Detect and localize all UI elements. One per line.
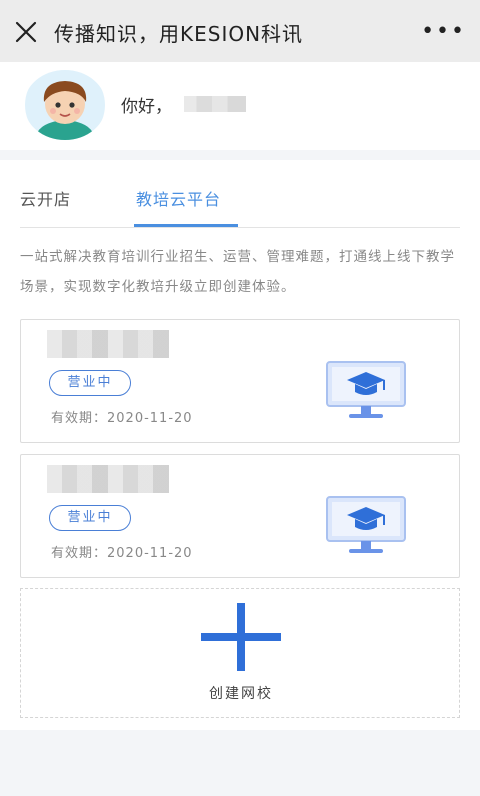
create-online-school-button[interactable]: 创建网校 xyxy=(20,588,460,718)
profile-header: 你好， xyxy=(0,62,480,150)
tab-bar: 云开店 教培云平台 xyxy=(20,160,460,228)
avatar xyxy=(24,70,106,140)
plus-icon xyxy=(201,603,281,671)
shop-name-redacted xyxy=(47,465,169,493)
tab-cloud-shop[interactable]: 云开店 xyxy=(20,186,71,210)
top-bar: 传播知识，用KESION科讯 ••• xyxy=(0,0,480,62)
online-school-monitor-icon xyxy=(323,491,409,557)
tab-edu-cloud-platform[interactable]: 教培云平台 xyxy=(136,186,221,210)
online-school-monitor-icon xyxy=(323,356,409,422)
create-online-school-label: 创建网校 xyxy=(209,686,273,702)
expiry-date: 有效期：2020-11-20 xyxy=(51,411,193,426)
username-redacted xyxy=(184,96,246,112)
close-icon[interactable] xyxy=(14,20,38,44)
more-options-icon[interactable]: ••• xyxy=(421,21,466,43)
status-badge: 营业中 xyxy=(49,370,131,396)
expiry-date: 有效期：2020-11-20 xyxy=(51,546,193,561)
shop-name-redacted xyxy=(47,330,169,358)
status-badge: 营业中 xyxy=(49,505,131,531)
shop-card[interactable]: 营业中 有效期：2020-11-20 xyxy=(20,319,460,443)
active-tab-indicator xyxy=(134,224,238,227)
greeting-text: 你好， xyxy=(121,97,172,117)
shop-card[interactable]: 营业中 有效期：2020-11-20 xyxy=(20,454,460,578)
main-panel: 云开店 教培云平台 一站式解决教育培训行业招生、运营、管理难题，打通线上线下教学… xyxy=(0,160,480,730)
page-title: 传播知识，用KESION科讯 xyxy=(54,22,304,46)
platform-description: 一站式解决教育培训行业招生、运营、管理难题，打通线上线下教学场景，实现数字化教培… xyxy=(20,249,455,295)
